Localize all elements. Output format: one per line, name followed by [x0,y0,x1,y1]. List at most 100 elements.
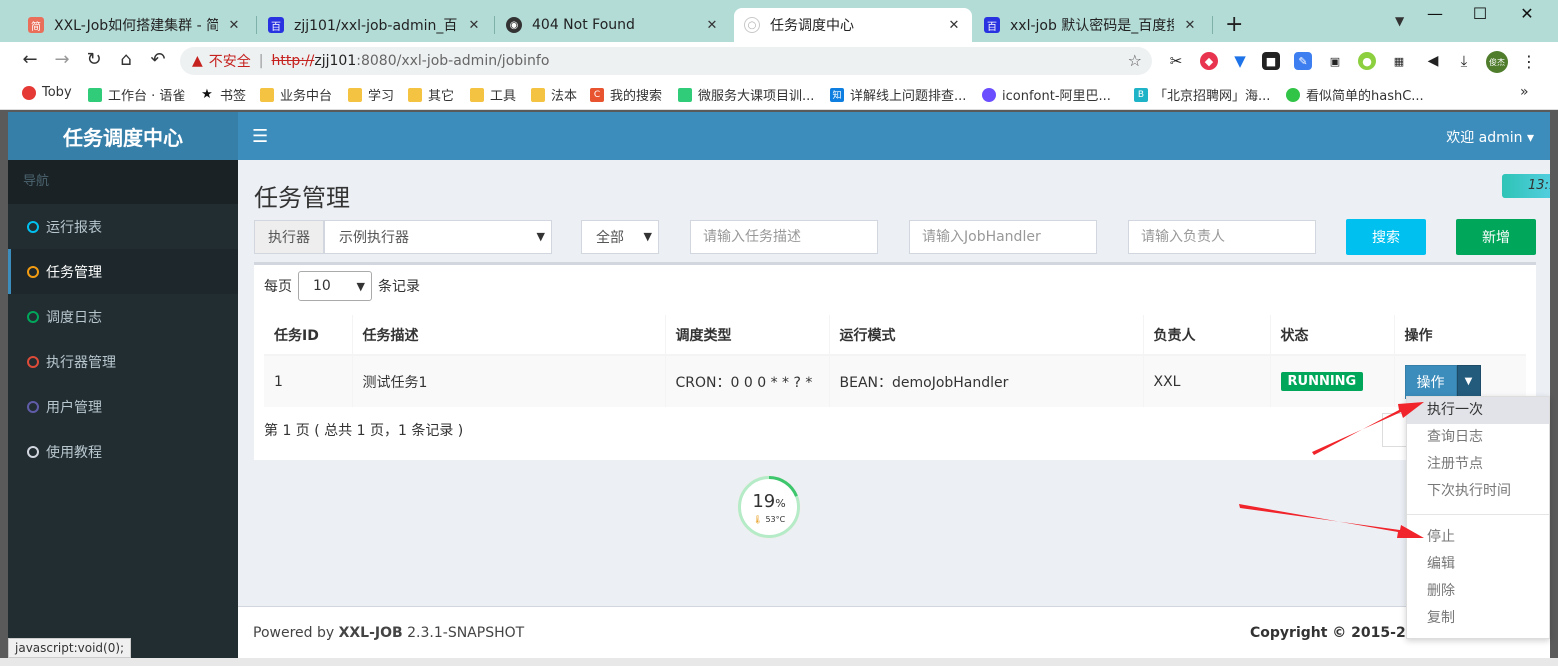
sidebar-item-jobs[interactable]: 任务管理 [8,249,238,294]
column-header-desc[interactable]: 任务描述 [351,315,665,356]
download-icon[interactable]: ⤓ [1455,52,1473,70]
browser-tab-active[interactable]: ○ 任务调度中心 ✕ [734,8,972,42]
caret-down-icon[interactable]: ▼ [1456,364,1481,399]
menu-item-next-trigger-time[interactable]: 下次执行时间 [1407,478,1549,505]
column-header-author[interactable]: 负责人 [1142,315,1270,356]
bookmark-item[interactable]: 看似简单的hashC... [1286,85,1424,104]
sidebar-item-logs[interactable]: 调度日志 [8,294,238,339]
sidebar-item-report[interactable]: 运行报表 [8,204,238,249]
bookmark-star-icon[interactable]: ☆ [1128,51,1142,70]
home-icon[interactable]: ⌂ [114,49,138,70]
cpu-temperature: 🌡 53°C [741,515,797,524]
column-header-status[interactable]: 状态 [1269,315,1394,356]
browser-tab-404[interactable]: ◉ 404 Not Found ✕ [496,8,730,42]
media-speaker-icon[interactable]: ◀ [1424,52,1442,70]
sidebar-item-users[interactable]: 用户管理 [8,384,238,429]
menu-item-stop[interactable]: 停止 [1407,524,1549,551]
close-icon[interactable]: ✕ [1182,18,1198,33]
cpu-temp-value: 53°C [765,515,786,524]
page-size-select[interactable]: 10 ▼ [298,271,372,301]
yuque-icon [678,87,692,102]
tab-search-chevron-icon[interactable]: ▼ [1395,14,1404,28]
yuque-icon [88,87,102,102]
extension-box-icon[interactable]: ▣ [1326,52,1344,70]
bookmark-item[interactable]: 微服务大课项目训... [678,85,814,104]
bookmark-folder[interactable]: 工具 [470,85,516,104]
bookmark-item[interactable]: C 我的搜索 [590,85,662,104]
browser-menu-icon[interactable]: ⋮ [1520,52,1538,71]
menu-item-query-log[interactable]: 查询日志 [1407,424,1549,451]
sidebar-toggle-icon[interactable]: ☰ [252,126,268,147]
page-size-control: 每页 10 ▼ 条记录 [264,271,420,301]
menu-item-registry-nodes[interactable]: 注册节点 [1407,451,1549,478]
bookmark-label: 其它 [428,89,455,104]
extension-blue-icon[interactable]: ✎ [1294,52,1312,70]
status-select[interactable]: 全部 ▼ [581,220,659,254]
extension-red-icon[interactable]: ◆ [1200,52,1218,70]
reload-icon[interactable]: ↻ [82,49,106,70]
extension-frog-icon[interactable]: ● [1358,52,1376,70]
menu-item-trigger-once[interactable]: 执行一次 [1407,397,1549,424]
search-button[interactable]: 搜索 [1346,219,1426,255]
window-close-icon[interactable]: ✕ [1517,4,1537,23]
minimize-icon[interactable]: — [1425,4,1445,23]
bookmark-item[interactable]: iconfont-阿里巴... [982,85,1111,104]
jianshu-favicon-icon: 简 [28,17,44,33]
bookmark-label: 学习 [368,89,395,104]
column-header-mode[interactable]: 运行模式 [828,315,1143,356]
bookmark-folder[interactable]: 业务中台 [260,85,332,104]
bookmarks-overflow-icon[interactable]: » [1520,84,1529,100]
maximize-icon[interactable]: ☐ [1470,4,1490,23]
bookmarks-bar: Toby 工作台 · 语雀 ★ 书签 业务中台 学习 其它 工具 法本 C 我的搜索… [0,80,1558,110]
bookmark-folder[interactable]: 其它 [408,85,454,104]
executor-select[interactable]: 示例执行器 ▼ [324,220,552,254]
bookmark-item[interactable]: 知详解线上问题排查... [830,85,966,104]
bookmark-folder[interactable]: 学习 [348,85,394,104]
add-job-button[interactable]: 新增 [1456,219,1536,255]
forward-arrow-icon[interactable]: → [50,49,74,70]
operation-button[interactable]: 操作 [1404,364,1457,399]
bookmark-item[interactable]: 工作台 · 语雀 [88,85,185,104]
address-bar[interactable]: ▲ 不安全 | http:// zjj101 :8080/xxl-job-adm… [180,47,1152,75]
profile-avatar[interactable]: 俊杰 [1486,51,1508,73]
column-header-schedule[interactable]: 调度类型 [664,315,829,356]
extensions-grid-icon[interactable]: ▦ [1390,52,1408,70]
bookmark-item[interactable]: ★ 书签 [200,85,246,104]
undo-icon[interactable]: ↶ [146,49,170,70]
browser-tab-baidu-1[interactable]: 百 zjj101/xxl-job-admin_百度搜 ✕ [258,8,492,42]
browser-tab-jianshu[interactable]: 简 XXL-Job如何搭建集群 - 简书 ✕ [18,8,252,42]
job-handler-input[interactable] [909,220,1097,254]
sidebar-item-label: 调度日志 [46,309,102,326]
globe-icon: ◉ [506,17,522,33]
author-input[interactable] [1128,220,1316,254]
bookmark-item[interactable]: B 「北京招聘网」海... [1134,85,1270,104]
job-desc-input[interactable] [690,220,878,254]
bookmark-folder[interactable]: 法本 [531,85,577,104]
sidebar-item-help[interactable]: 使用教程 [8,429,238,474]
bookmark-label: 工具 [490,89,517,104]
browser-tab-baidu-2[interactable]: 百 xxl-job 默认密码是_百度搜索 ✕ [974,8,1208,42]
close-icon[interactable]: ✕ [946,18,962,33]
status-url-bubble: javascript:void(0); [8,638,132,658]
user-menu[interactable]: 欢迎 admin ▾ [1446,127,1534,147]
app-logo[interactable]: 任务调度中心 [8,112,238,160]
powered-prefix: Powered by [253,625,339,641]
column-header-id[interactable]: 任务ID [264,315,352,356]
close-icon[interactable]: ✕ [704,18,720,33]
menu-item-delete[interactable]: 删除 [1407,578,1549,605]
job-table: 任务ID 任务描述 调度类型 运行模式 负责人 状态 操作 1 测试任务1 CR… [264,315,1526,407]
extension-dark-icon[interactable]: ■ [1262,52,1280,70]
back-arrow-icon[interactable]: ← [18,49,42,70]
scissors-icon[interactable]: ✂ [1167,52,1185,70]
new-tab-button[interactable]: + [1225,12,1243,37]
menu-item-copy[interactable]: 复制 [1407,605,1549,632]
close-icon[interactable]: ✕ [466,18,482,33]
close-icon[interactable]: ✕ [226,18,242,33]
tab-separator [494,16,495,34]
menu-item-edit[interactable]: 编辑 [1407,551,1549,578]
sidebar-item-executors[interactable]: 执行器管理 [8,339,238,384]
bookmark-item[interactable]: Toby [22,85,72,100]
extension-v-icon[interactable]: ▼ [1231,52,1249,70]
folder-icon [408,87,422,102]
tab-separator [1212,16,1213,34]
